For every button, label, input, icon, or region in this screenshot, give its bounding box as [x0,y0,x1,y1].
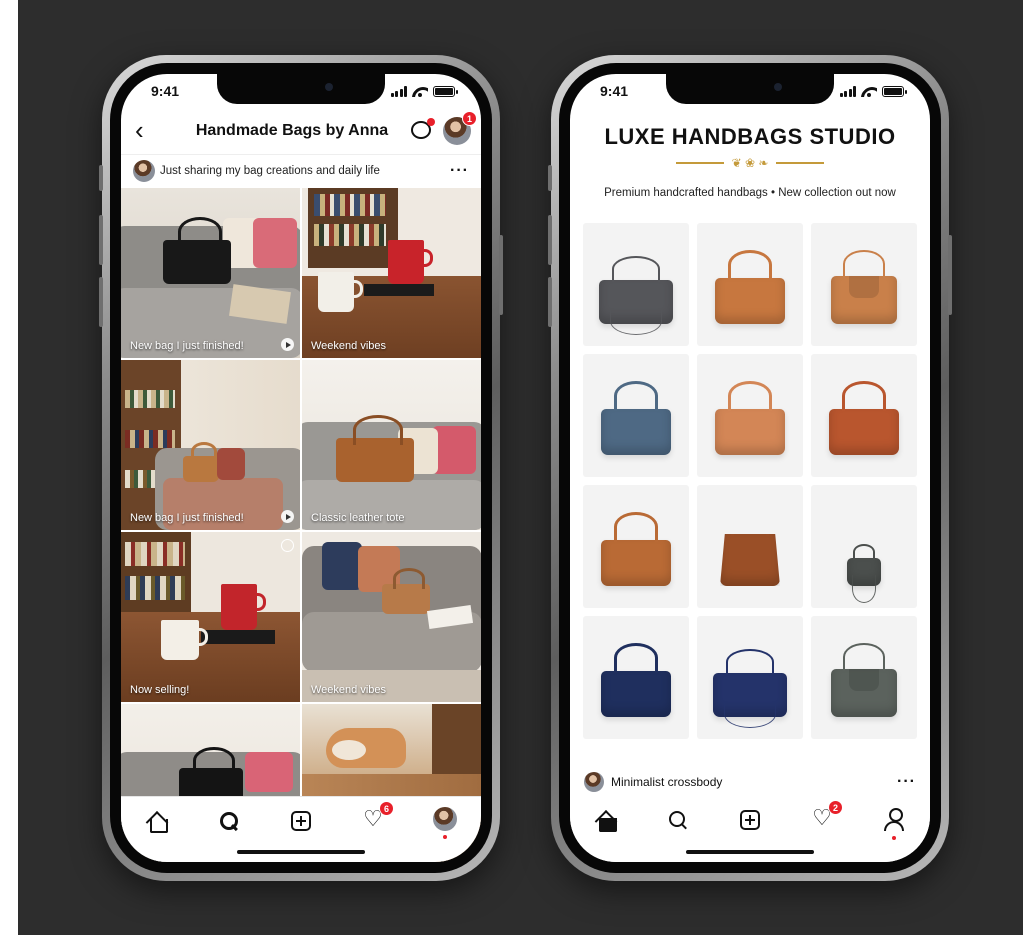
back-arrow-icon[interactable]: ‹ [135,117,163,145]
add-post-icon [291,811,311,831]
bio-bar: Just sharing my bag creations and daily … [121,154,481,186]
product-card[interactable] [697,223,803,346]
status-time: 9:41 [151,83,180,99]
product-card[interactable] [697,354,803,477]
search-icon [668,810,688,830]
tab-activity[interactable]: ♡ 2 [807,800,843,836]
profile-header: ‹ Handmade Bags by Anna 1 [121,111,481,150]
handbag-image [601,381,671,455]
message-icon[interactable] [407,116,437,146]
post-title: Minimalist crossbody [611,775,723,789]
likes-badge: 6 [379,801,394,816]
handbag-image [715,381,785,455]
reel-icon [281,539,294,552]
home-indicator [237,850,365,854]
home-icon [147,811,168,833]
phone-left: 9:41 ‹ Handmade Bags by Anna 1 Just shar… [99,55,503,881]
tab-activity[interactable]: ♡ 6 [358,801,394,837]
post-caption: Weekend vibes [311,340,387,352]
signal-icon [839,85,856,97]
home-indicator [686,850,814,854]
post-tile[interactable]: New bag I just finished! [121,188,300,358]
more-options-icon[interactable]: ··· [450,162,469,180]
handbag-image [715,250,785,324]
reel-icon [281,338,294,351]
product-card[interactable] [583,354,689,477]
tab-home[interactable] [591,806,621,836]
post-tile[interactable]: Weekend vibes [302,188,481,358]
phone-right: 9:41 LUXE HANDBAGS STUDIO ❦ ❀ ❧ Premium … [548,55,952,881]
product-card[interactable] [697,616,803,739]
likes-badge: 2 [828,800,843,815]
handbag-image [601,512,671,586]
home-icon [596,810,617,832]
tab-create[interactable] [286,807,316,837]
handbag-image [720,534,780,586]
handbag-image [829,381,899,455]
screen-right: 9:41 LUXE HANDBAGS STUDIO ❦ ❀ ❧ Premium … [570,74,930,862]
notification-dot [892,836,896,840]
add-post-icon [740,810,760,830]
tab-search[interactable] [214,807,244,837]
post-tile[interactable]: Now selling! [121,532,300,702]
signal-icon [390,85,407,97]
post-caption: Weekend vibes [311,684,387,696]
tab-search[interactable] [663,806,693,836]
post-tile[interactable]: New bag I just finished! [121,360,300,530]
bio-avatar[interactable] [133,159,155,182]
brand-title: LUXE HANDBAGS STUDIO [604,124,896,149]
screen-left: 9:41 ‹ Handmade Bags by Anna 1 Just shar… [121,74,481,862]
product-card[interactable] [583,223,689,346]
product-card[interactable] [811,616,917,739]
reel-icon [281,510,294,523]
ornament-glyphs: ❦ ❀ ❧ [731,156,769,170]
tab-profile[interactable] [879,806,909,840]
battery-icon [433,85,458,97]
tab-create[interactable] [735,806,765,836]
handbag-image [601,643,671,717]
status-time: 9:41 [600,83,629,99]
post-caption: New bag I just finished! [130,512,244,524]
handbag-image [599,256,673,336]
more-options-icon[interactable]: ··· [897,773,916,791]
product-card[interactable] [811,354,917,477]
post-caption: Now selling! [130,684,190,696]
product-card[interactable] [583,485,689,608]
tab-home[interactable] [142,807,172,837]
post-caption: Classic leather tote [311,512,405,524]
user-icon [884,808,904,831]
backdrop: 9:41 ‹ Handmade Bags by Anna 1 Just shar… [18,0,1023,935]
notification-badge: 1 [462,111,477,126]
tab-profile[interactable] [430,807,460,839]
search-icon [219,811,239,831]
feed-post-header: Minimalist crossbody ··· [584,769,916,795]
tagline: Premium handcrafted handbags • New colle… [604,187,896,199]
handbag-image [847,544,881,604]
product-card[interactable] [811,485,917,608]
handbag-image [713,649,787,729]
product-card[interactable] [583,616,689,739]
bio-text: Just sharing my bag creations and daily … [160,164,380,177]
battery-icon [882,85,907,97]
wifi-icon [412,85,428,97]
gold-ornament: ❦ ❀ ❧ [570,156,930,170]
post-tile[interactable]: Weekend vibes [302,532,481,702]
product-card[interactable] [697,485,803,608]
profile-avatar-icon [433,807,457,831]
product-card[interactable] [811,223,917,346]
page-title: Handmade Bags by Anna [195,122,389,139]
post-grid: New bag I just finished! Weekend vibes N… [121,188,481,862]
post-caption: New bag I just finished! [130,340,244,352]
post-tile[interactable]: Classic leather tote [302,360,481,530]
profile-avatar[interactable]: 1 [443,111,477,145]
handbag-image [831,250,897,324]
handbag-image [831,643,897,717]
post-avatar[interactable] [584,772,604,792]
product-grid [583,223,917,739]
notification-dot [443,835,447,839]
wifi-icon [861,85,877,97]
